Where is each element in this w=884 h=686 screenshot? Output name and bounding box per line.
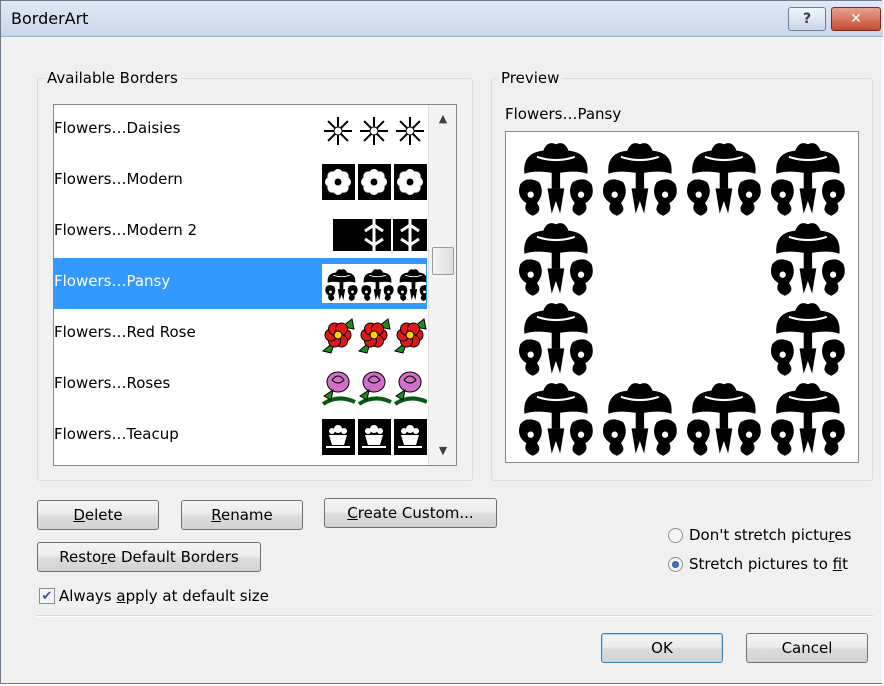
restore-default-borders-button[interactable]: Restore Default Borders: [37, 542, 261, 572]
border-swatch-modern2: [321, 213, 427, 253]
dont-stretch-radio[interactable]: Don't stretch pictures: [668, 526, 851, 544]
border-list-item[interactable]: Flowers…Red Rose: [54, 309, 427, 360]
borders-listbox[interactable]: Flowers…Daisies Flowers…Modern Flowers…Mod…: [53, 104, 457, 466]
help-icon: ?: [802, 11, 812, 27]
dont-stretch-radio-button[interactable]: [668, 527, 683, 543]
scroll-down-icon[interactable]: ▼: [429, 439, 457, 463]
separator: [37, 615, 873, 617]
window-title: BorderArt: [11, 9, 89, 28]
borderart-dialog: BorderArt ? ✕ Available Borders Flowers……: [0, 0, 883, 684]
stretch-to-fit-label: Stretch pictures to fit: [689, 555, 849, 573]
preview-border-name: Flowers…Pansy: [505, 105, 622, 123]
always-default-size-checkbox[interactable]: ✔ Always apply at default size: [39, 587, 269, 605]
available-borders-label: Available Borders: [47, 69, 178, 87]
border-item-label: Flowers…Daisies: [54, 119, 181, 137]
checkmark-icon[interactable]: ✔: [39, 588, 55, 604]
scroll-thumb[interactable]: [432, 247, 454, 275]
title-bar[interactable]: BorderArt ? ✕: [1, 1, 883, 37]
border-item-label: Flowers…Red Rose: [54, 323, 196, 341]
border-list-item[interactable]: Flowers…Roses: [54, 360, 427, 411]
rename-button[interactable]: Rename: [181, 500, 303, 530]
help-button[interactable]: ?: [788, 7, 826, 31]
delete-button[interactable]: Delete: [37, 500, 159, 530]
border-list-item[interactable]: Flowers…Pansy: [54, 258, 427, 309]
border-swatch-daisies: [321, 111, 427, 151]
border-swatch-redrose: [321, 315, 427, 355]
border-swatch-modern: [321, 162, 427, 202]
border-item-label: Flowers…Modern: [54, 170, 183, 188]
ok-button[interactable]: OK: [601, 633, 723, 663]
close-icon: ✕: [850, 11, 862, 27]
stretch-to-fit-radio[interactable]: Stretch pictures to fit: [668, 555, 848, 573]
border-list-item[interactable]: Flowers…Teacup: [54, 411, 427, 462]
preview-canvas: [505, 131, 859, 463]
border-item-label: Flowers…Roses: [54, 374, 171, 392]
border-item-label: Flowers…Teacup: [54, 425, 179, 443]
border-item-label: Flowers…Pansy: [54, 272, 171, 290]
listbox-scrollbar[interactable]: ▲ ▼: [428, 105, 456, 465]
border-list-item[interactable]: Flowers…Modern 2: [54, 207, 427, 258]
border-list-item[interactable]: Flowers…Modern: [54, 156, 427, 207]
border-item-label: Flowers…Modern 2: [54, 221, 198, 239]
border-swatch-roses: [321, 366, 427, 406]
scroll-up-icon[interactable]: ▲: [429, 107, 457, 131]
border-list-item[interactable]: Flowers…Daisies: [54, 105, 427, 156]
stretch-to-fit-radio-button[interactable]: [668, 556, 683, 572]
border-swatch-teacup: [321, 417, 427, 457]
border-swatch-pansy: [321, 263, 427, 304]
close-button[interactable]: ✕: [831, 7, 881, 31]
always-default-size-label: Always apply at default size: [59, 587, 269, 605]
cancel-button[interactable]: Cancel: [746, 633, 868, 663]
preview-label: Preview: [501, 69, 560, 87]
create-custom-button[interactable]: Create Custom...: [324, 498, 497, 528]
dont-stretch-label: Don't stretch pictures: [689, 526, 852, 544]
pansy-border-preview: [519, 143, 845, 456]
